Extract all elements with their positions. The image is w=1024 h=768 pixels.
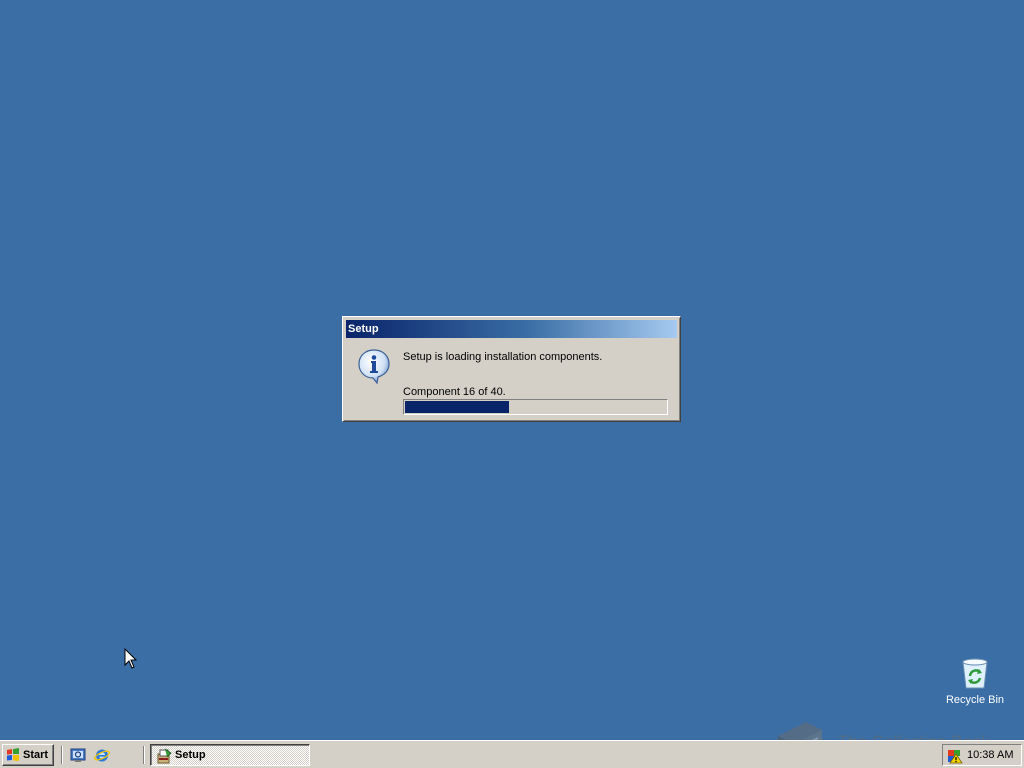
setup-icon [157, 748, 172, 764]
internet-explorer-icon[interactable] [94, 747, 110, 763]
security-warning-icon[interactable] [947, 748, 963, 764]
taskbar-clock[interactable]: 10:38 AM [967, 749, 1013, 761]
show-desktop-icon[interactable] [70, 747, 86, 763]
taskbar-button-label: Setup [175, 749, 206, 761]
start-button[interactable]: Start [2, 744, 54, 766]
dialog-message: Setup is loading installation components… [403, 351, 603, 363]
recycle-bin-icon [962, 658, 988, 689]
component-count-label: Component 16 of 40. [403, 386, 506, 398]
start-label: Start [23, 749, 49, 761]
taskbar-button-setup[interactable]: Setup [150, 744, 310, 766]
recycle-bin-shortcut[interactable]: Recycle Bin [940, 656, 1010, 706]
dialog-title[interactable]: Setup [346, 320, 677, 338]
taskbar: Start Setup 10:38 AM [0, 740, 1024, 768]
information-icon [358, 349, 390, 384]
mouse-pointer-icon [124, 648, 138, 669]
progress-bar [403, 399, 668, 415]
desktop: Setup Setup is loading installation comp… [0, 0, 1024, 740]
system-tray: 10:38 AM [942, 744, 1022, 766]
progress-bar-fill [405, 401, 510, 413]
taskbar-separator [61, 746, 63, 764]
recycle-bin-label: Recycle Bin [945, 694, 1005, 706]
taskbar-separator [143, 746, 145, 764]
windows-logo-icon [7, 748, 19, 761]
setup-dialog: Setup Setup is loading installation comp… [342, 316, 681, 422]
